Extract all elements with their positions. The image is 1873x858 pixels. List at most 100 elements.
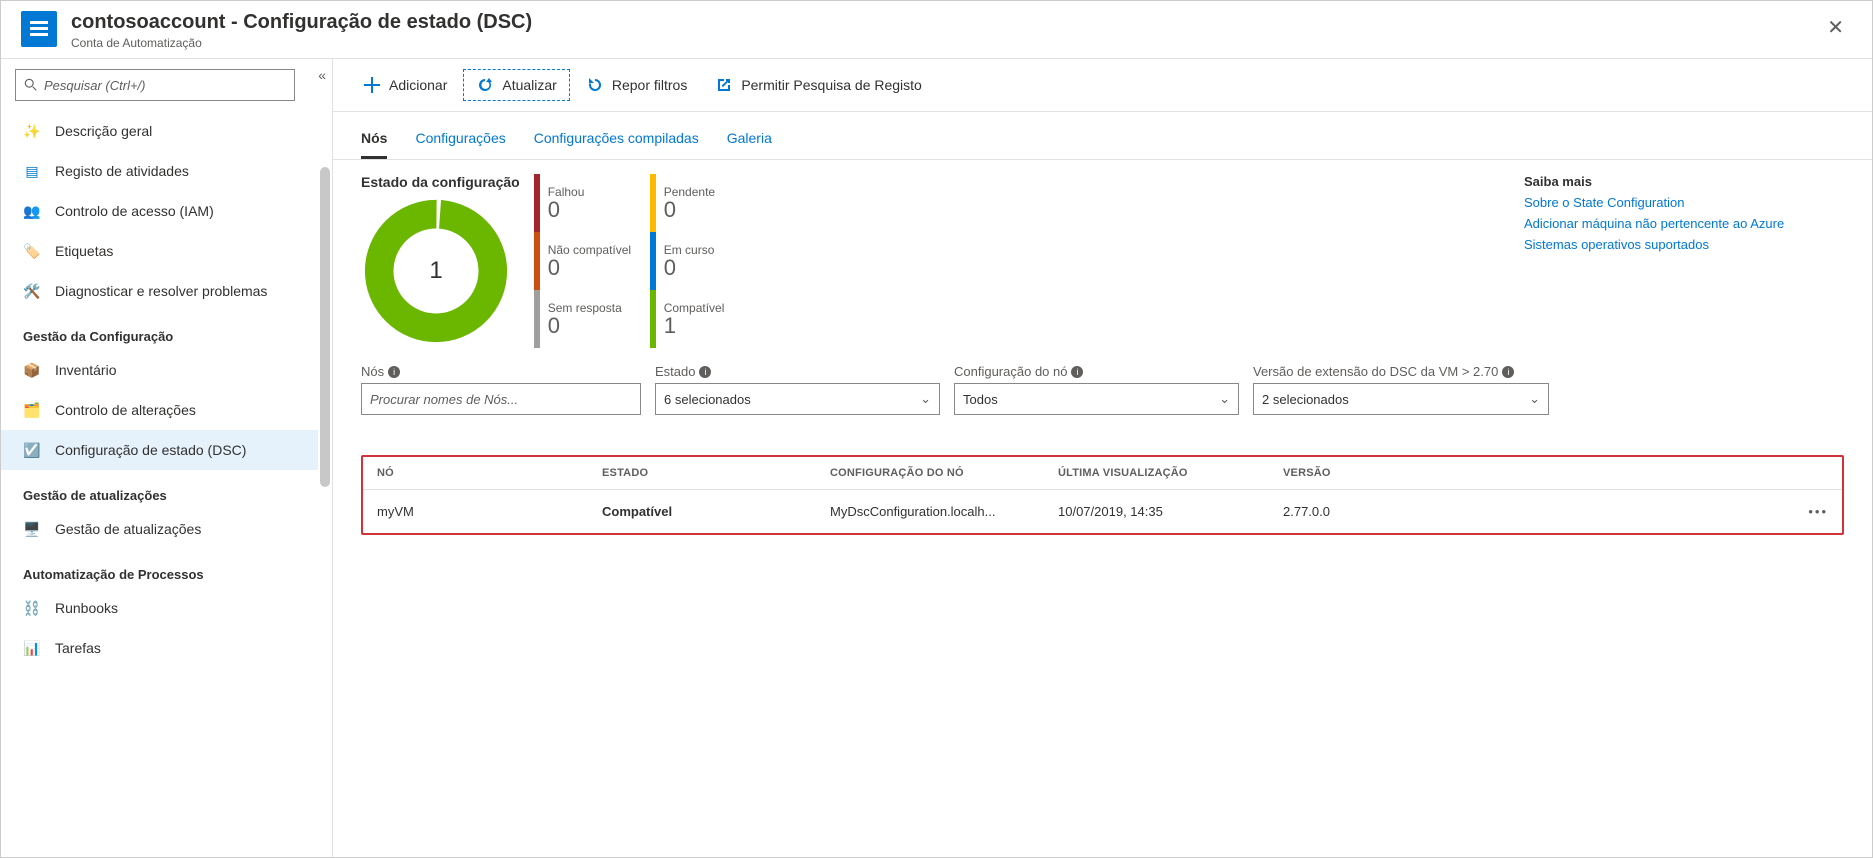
reset-icon xyxy=(586,76,604,94)
status-donut-chart: 1 xyxy=(361,196,511,346)
info-icon: i xyxy=(699,366,711,378)
sidebar-item-runbooks[interactable]: ⛓️ Runbooks xyxy=(1,588,318,628)
col-header-last[interactable]: ÚLTIMA VISUALIZAÇÃO xyxy=(1058,467,1283,479)
learn-link-add-machine[interactable]: Adicionar máquina não pertencente ao Azu… xyxy=(1524,216,1844,231)
sidebar-item-label: Tarefas xyxy=(55,640,101,656)
sidebar-section-process: Automatização de Processos xyxy=(1,549,318,588)
row-actions-button[interactable]: ••• xyxy=(1483,504,1828,519)
changes-icon: 🗂️ xyxy=(23,401,41,419)
table-row[interactable]: myVM Compatível MyDscConfiguration.local… xyxy=(363,489,1842,533)
cell-conf: MyDscConfiguration.localh... xyxy=(830,504,1058,519)
sidebar-item-label: Controlo de alterações xyxy=(55,402,196,418)
sidebar-item-dsc[interactable]: ☑️ Configuração de estado (DSC) xyxy=(1,430,318,470)
dropdown-value: Todos xyxy=(963,392,998,407)
close-button[interactable]: ✕ xyxy=(1819,11,1852,44)
status-tiles: Falhou0Pendente0Não compatível0Em curso0… xyxy=(534,174,760,348)
cell-last: 10/07/2019, 14:35 xyxy=(1058,504,1283,519)
tab-compiled[interactable]: Configurações compiladas xyxy=(534,124,699,159)
button-label: Permitir Pesquisa de Registo xyxy=(741,77,922,93)
filter-state-dropdown[interactable]: 6 selecionados ⌄ xyxy=(655,383,940,415)
sidebar-item-diagnose[interactable]: 🛠️ Diagnosticar e resolver problemas xyxy=(1,271,318,311)
filter-extension-dropdown[interactable]: 2 selecionados ⌄ xyxy=(1253,383,1549,415)
status-tile[interactable]: Não compatível0 xyxy=(534,232,644,290)
sidebar-search-input[interactable]: Pesquisar (Ctrl+/) xyxy=(15,69,295,101)
dropdown-value: 6 selecionados xyxy=(664,392,751,407)
status-tile[interactable]: Falhou0 xyxy=(534,174,644,232)
tab-nodes[interactable]: Nós xyxy=(361,124,387,159)
chevron-down-icon: ⌄ xyxy=(920,391,931,407)
tile-value: 0 xyxy=(548,315,622,337)
learn-link-supported-os[interactable]: Sistemas operativos suportados xyxy=(1524,237,1844,252)
resource-icon xyxy=(21,11,57,47)
filter-state-label: Estado i xyxy=(655,364,940,379)
col-header-node[interactable]: NÓ xyxy=(377,467,602,479)
search-icon xyxy=(24,78,38,92)
sidebar-item-label: Etiquetas xyxy=(55,243,113,259)
button-label: Atualizar xyxy=(502,77,556,93)
chevron-down-icon: ⌄ xyxy=(1219,391,1230,407)
filter-nodeconf-dropdown[interactable]: Todos ⌄ xyxy=(954,383,1239,415)
status-title: Estado da configuração xyxy=(361,174,520,190)
sidebar-section-updates: Gestão de atualizações xyxy=(1,470,318,509)
chevron-down-icon: ⌄ xyxy=(1529,391,1540,407)
sidebar-item-label: Configuração de estado (DSC) xyxy=(55,442,246,458)
sidebar-item-change-tracking[interactable]: 🗂️ Controlo de alterações xyxy=(1,390,318,430)
tile-value: 0 xyxy=(664,199,715,221)
iam-icon: 👥 xyxy=(23,202,41,220)
learn-link-about[interactable]: Sobre o State Configuration xyxy=(1524,195,1844,210)
search-placeholder: Pesquisar (Ctrl+/) xyxy=(44,78,146,93)
sidebar-item-tasks[interactable]: 📊 Tarefas xyxy=(1,628,318,668)
sidebar-item-update-mgmt[interactable]: 🖥️ Gestão de atualizações xyxy=(1,509,318,549)
plus-icon xyxy=(363,76,381,94)
sidebar-item-label: Registo de atividades xyxy=(55,163,189,179)
external-link-icon xyxy=(715,76,733,94)
page-title: contosoaccount - Configuração de estado … xyxy=(71,11,1819,34)
sparkle-icon: ✨ xyxy=(23,122,41,140)
info-icon: i xyxy=(1502,366,1514,378)
sidebar-item-label: Gestão de atualizações xyxy=(55,521,201,537)
sidebar-scrollbar[interactable] xyxy=(320,111,330,751)
tile-value: 1 xyxy=(664,315,725,337)
col-header-conf[interactable]: CONFIGURAÇÃO DO NÓ xyxy=(830,467,1058,479)
log-icon: ▤ xyxy=(23,162,41,180)
reset-filters-button[interactable]: Repor filtros xyxy=(574,70,699,100)
status-tile[interactable]: Compatível1 xyxy=(650,290,760,348)
nodes-table: NÓ ESTADO CONFIGURAÇÃO DO NÓ ÚLTIMA VISU… xyxy=(361,455,1844,535)
filter-nodeconf-label: Configuração do nó i xyxy=(954,364,1239,379)
tag-icon: 🏷️ xyxy=(23,242,41,260)
button-label: Repor filtros xyxy=(612,77,687,93)
status-tile[interactable]: Em curso0 xyxy=(650,232,760,290)
box-icon: 📦 xyxy=(23,361,41,379)
cell-version: 2.77.0.0 xyxy=(1283,504,1483,519)
filter-nodes-input[interactable]: Procurar nomes de Nós... xyxy=(361,383,641,415)
status-tile[interactable]: Sem resposta0 xyxy=(534,290,644,348)
info-icon: i xyxy=(388,366,400,378)
sidebar-item-label: Inventário xyxy=(55,362,116,378)
sidebar-item-activity-log[interactable]: ▤ Registo de atividades xyxy=(1,151,318,191)
dropdown-value: 2 selecionados xyxy=(1262,392,1349,407)
sidebar-item-iam[interactable]: 👥 Controlo de acesso (IAM) xyxy=(1,191,318,231)
tab-gallery[interactable]: Galeria xyxy=(727,124,772,159)
wrench-icon: 🛠️ xyxy=(23,282,41,300)
sidebar-item-inventory[interactable]: 📦 Inventário xyxy=(1,350,318,390)
col-header-state[interactable]: ESTADO xyxy=(602,467,830,479)
update-icon: 🖥️ xyxy=(23,520,41,538)
refresh-icon xyxy=(476,76,494,94)
sidebar-item-overview[interactable]: ✨ Descrição geral xyxy=(1,111,318,151)
tab-configurations[interactable]: Configurações xyxy=(415,124,505,159)
cell-state: Compatível xyxy=(602,504,830,519)
sidebar-item-tags[interactable]: 🏷️ Etiquetas xyxy=(1,231,318,271)
sidebar-item-label: Controlo de acesso (IAM) xyxy=(55,203,214,219)
status-tile[interactable]: Pendente0 xyxy=(650,174,760,232)
add-button[interactable]: Adicionar xyxy=(351,70,459,100)
tile-label: Não compatível xyxy=(548,243,631,257)
tile-value: 0 xyxy=(664,257,715,279)
tasks-icon: 📊 xyxy=(23,639,41,657)
button-label: Adicionar xyxy=(389,77,447,93)
collapse-sidebar-icon[interactable]: « xyxy=(318,67,326,83)
sidebar-item-label: Descrição geral xyxy=(55,123,152,139)
log-search-button[interactable]: Permitir Pesquisa de Registo xyxy=(703,70,934,100)
refresh-button[interactable]: Atualizar xyxy=(463,69,569,101)
sidebar-item-label: Runbooks xyxy=(55,600,118,616)
col-header-version[interactable]: VERSÃO xyxy=(1283,467,1483,479)
